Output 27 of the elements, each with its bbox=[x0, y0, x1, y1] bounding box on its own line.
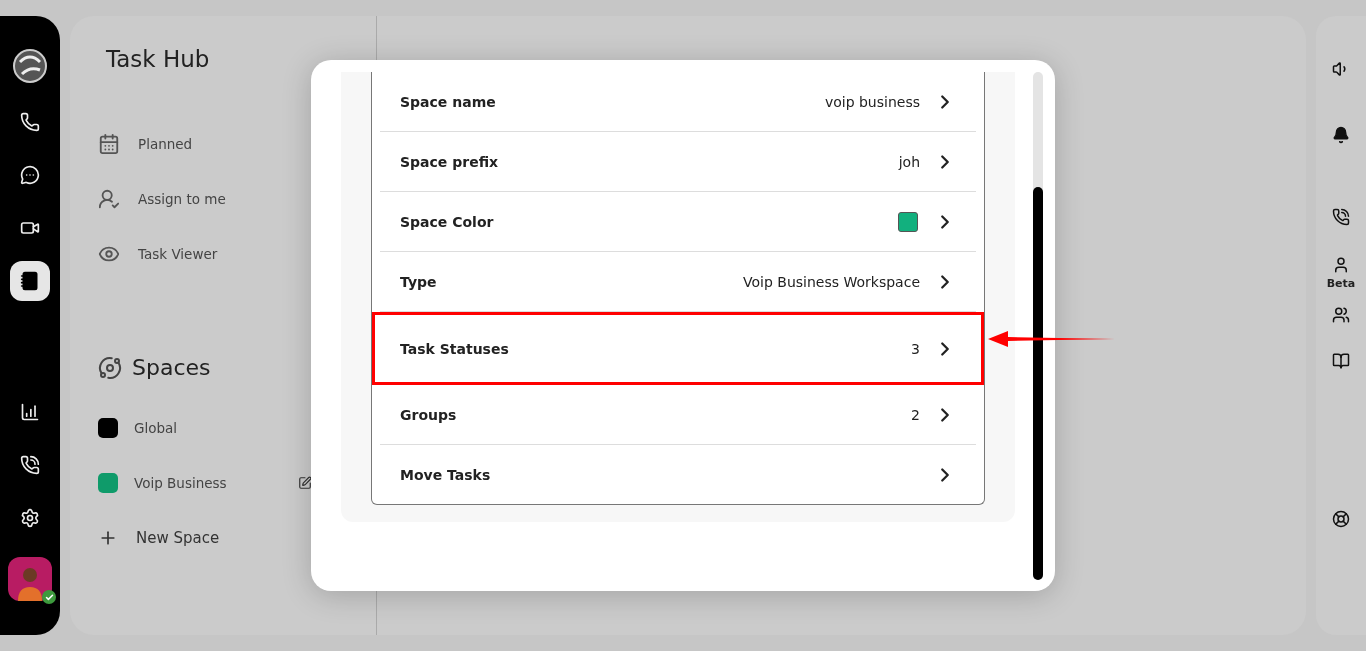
beta-label: Beta bbox=[1326, 277, 1356, 290]
section-title: Spaces bbox=[132, 355, 211, 380]
bell-icon[interactable] bbox=[1332, 126, 1350, 144]
planet-icon bbox=[98, 355, 122, 380]
edit-icon[interactable] bbox=[298, 475, 312, 490]
settings-row[interactable]: Task Statuses 3 bbox=[380, 319, 976, 378]
settings-row[interactable]: Space name voip business bbox=[380, 72, 976, 132]
logo-icon bbox=[12, 48, 48, 84]
menu-item[interactable]: Assign to me bbox=[138, 190, 226, 207]
menu-item[interactable]: Planned bbox=[138, 135, 193, 152]
settings-row[interactable]: Move Tasks bbox=[380, 445, 976, 504]
user-icon[interactable] bbox=[1332, 256, 1350, 274]
users-icon[interactable] bbox=[1332, 306, 1350, 324]
settings-row[interactable]: Groups 2 bbox=[380, 385, 976, 445]
settings-row[interactable]: Space Color bbox=[380, 192, 976, 252]
book-icon[interactable] bbox=[1332, 352, 1350, 370]
menu-item[interactable]: Task Viewer bbox=[138, 245, 218, 262]
settings-row[interactable]: Space prefix joh bbox=[380, 132, 976, 192]
panel-title: Task Hub bbox=[106, 46, 211, 72]
space-item[interactable]: Voip Business bbox=[98, 455, 376, 510]
space-item[interactable]: Global bbox=[98, 400, 376, 455]
lifebuoy-icon[interactable] bbox=[1332, 510, 1350, 528]
scrollbar-thumb[interactable] bbox=[1033, 187, 1043, 580]
new-space-button[interactable]: New Space bbox=[136, 528, 220, 547]
notepad-icon[interactable] bbox=[10, 261, 50, 301]
settings-row[interactable]: Type Voip Business Workspace bbox=[380, 252, 976, 312]
calendar-icon bbox=[98, 132, 120, 155]
